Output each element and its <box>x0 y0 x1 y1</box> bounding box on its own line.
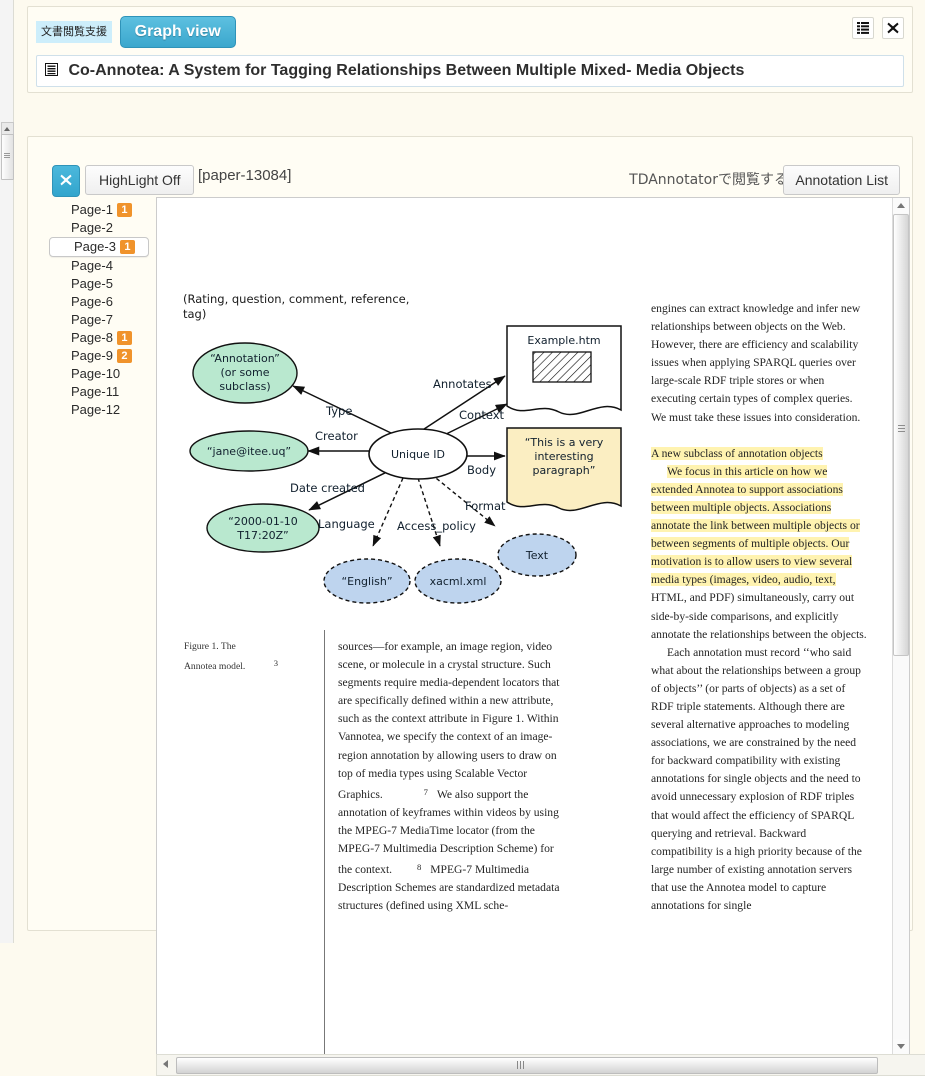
node-date-line2: T17:20Z” <box>236 529 288 542</box>
edge-label-creator: Creator <box>315 429 358 443</box>
page-list-item-label: Page-2 <box>71 220 113 235</box>
page-list-item[interactable]: Page-12 <box>49 401 149 419</box>
node-body-line2: interesting <box>534 450 593 463</box>
page-list-item[interactable]: Page-1 1 <box>49 201 149 219</box>
body-text-right-column: engines can extract knowledge and infer … <box>651 300 870 915</box>
scroll-up-arrow[interactable] <box>893 198 908 213</box>
node-body-line3: paragraph” <box>533 464 596 477</box>
page-list-item-label: Page-7 <box>71 312 113 327</box>
page-list-item[interactable]: Page-3 1 <box>49 237 149 257</box>
node-unique-id: Unique ID <box>391 448 445 461</box>
node-date-line1: “2000-01-10 <box>228 515 298 528</box>
scroll-thumb-vertical[interactable] <box>893 214 909 656</box>
page-list-item-label: Page-4 <box>71 258 113 273</box>
page-list-item-label: Page-1 <box>71 202 113 217</box>
scroll-left-arrow[interactable] <box>159 1056 174 1072</box>
figure-legend-text: (Rating, question, comment, reference, t… <box>183 292 413 322</box>
node-access-policy-value: xacml.xml <box>430 575 487 588</box>
node-language-value: “English” <box>341 575 392 588</box>
figure-caption-line2: Annotea model. 3 <box>184 655 304 675</box>
right-paragraph-2: We focus in this article on how we exten… <box>651 463 870 644</box>
list-icon-button[interactable] <box>852 17 874 39</box>
scroll-thumb-horizontal[interactable] <box>176 1057 878 1074</box>
page-scroll-thumb[interactable] <box>1 134 14 180</box>
node-annotation-line1: “Annotation” <box>210 352 280 365</box>
figure-caption-line1: Figure 1. The <box>184 638 304 655</box>
annotation-list-button[interactable]: Annotation List <box>783 165 900 195</box>
document-scrollbar-vertical[interactable] <box>892 198 909 1054</box>
edge-label-body: Body <box>467 463 496 477</box>
window-button-group <box>848 17 904 39</box>
paper-id-label: [paper-13084] <box>198 167 291 184</box>
node-annotation-line2: (or some <box>221 366 270 379</box>
node-example-doc-title: Example.htm <box>527 334 600 347</box>
body-text-left-column: sources—for example, an image region, vi… <box>338 638 560 915</box>
edge-label-annotates: Annotates <box>433 377 492 391</box>
page-list-item-label: Page-9 <box>71 348 113 363</box>
tab-graph-view[interactable]: Graph view <box>120 16 236 48</box>
right-section-heading: A new subclass of annotation objects <box>651 445 870 463</box>
scroll-right-arrow[interactable] <box>919 1056 925 1072</box>
edge-label-context: Context <box>459 408 505 422</box>
edge-label-access-policy: Access_policy <box>397 519 476 533</box>
page-list-item[interactable]: Page-8 1 <box>49 329 149 347</box>
page-list-item-label: Page-6 <box>71 294 113 309</box>
page-list-item-label: Page-8 <box>71 330 113 345</box>
page-list-item[interactable]: Page-6 <box>49 293 149 311</box>
column-divider <box>324 630 325 1055</box>
highlighted-annotation-text[interactable]: We focus in this article on how we exten… <box>651 465 860 587</box>
annotation-count-badge: 1 <box>117 203 132 217</box>
edge-label-format: Format <box>465 499 506 513</box>
page-list-item[interactable]: Page-7 <box>49 311 149 329</box>
close-document-button[interactable] <box>52 165 80 197</box>
graph-view-panel: 文書閲覧支援 Graph view <box>27 6 913 93</box>
left-paragraph-1: sources—for example, an image region, vi… <box>338 638 560 915</box>
page-list-item[interactable]: Page-10 <box>49 365 149 383</box>
edge-label-language: Language <box>318 517 375 531</box>
node-creator-value: “jane@itee.uq” <box>207 445 291 458</box>
node-annotation-line3: subclass) <box>219 380 270 393</box>
annotation-count-badge: 2 <box>117 349 132 363</box>
page-thumbnail-list[interactable]: Page-11Page-2Page-31Page-4Page-5Page-6Pa… <box>49 201 149 917</box>
page-list-item-label: Page-10 <box>71 366 120 381</box>
document-scrollbar-horizontal[interactable] <box>156 1054 925 1076</box>
viewer-toolbar: HighLight Off [paper-13084] TDAnnotatorで… <box>28 137 912 193</box>
view-tab-row: 文書閲覧支援 Graph view <box>36 16 236 48</box>
page-title: Co-Annotea: A System for Tagging Relatio… <box>68 62 744 79</box>
tab-document-reading-support[interactable]: 文書閲覧支援 <box>36 21 112 43</box>
scroll-down-arrow[interactable] <box>893 1039 908 1054</box>
page-list-item[interactable]: Page-5 <box>49 275 149 293</box>
figure-caption: Figure 1. The Annotea model. 3 <box>184 638 304 675</box>
page-list-item[interactable]: Page-4 <box>49 257 149 275</box>
page-list-item[interactable]: Page-9 2 <box>49 347 149 365</box>
document-title-bar[interactable]: Co-Annotea: A System for Tagging Relatio… <box>36 55 904 87</box>
node-format-value: Text <box>525 549 549 562</box>
edge-label-date-created: Date created <box>290 481 365 495</box>
page-list-item[interactable]: Page-11 <box>49 383 149 401</box>
page-list-item-label: Page-3 <box>74 239 116 254</box>
document-viewer-panel: HighLight Off [paper-13084] TDAnnotatorで… <box>27 136 913 931</box>
page-list-item-label: Page-12 <box>71 402 120 417</box>
document-page: (Rating, question, comment, reference, t… <box>157 198 909 1054</box>
footnote-marker-8: 8 <box>417 862 421 872</box>
page-list-item-label: Page-5 <box>71 276 113 291</box>
document-icon <box>45 57 58 70</box>
tdannotator-link-label[interactable]: TDAnnotatorで閲覧する <box>629 169 788 189</box>
footnote-marker-3: 3 <box>274 658 278 668</box>
right-paragraph-3: Each annotation must record ‘‘who said w… <box>651 644 870 915</box>
right-paragraph-1: engines can extract knowledge and infer … <box>651 300 870 427</box>
document-canvas[interactable]: (Rating, question, comment, reference, t… <box>156 197 910 1055</box>
page-scrollbar-vertical[interactable] <box>0 0 14 943</box>
close-icon-button[interactable] <box>882 17 904 39</box>
figure-annotea-model: (Rating, question, comment, reference, t… <box>175 288 635 628</box>
annotation-count-badge: 1 <box>120 240 135 254</box>
annotation-count-badge: 1 <box>117 331 132 345</box>
annotea-model-svg: Unique ID “Annotation” (or some subclass… <box>175 288 635 628</box>
edge-label-type: Type <box>325 404 352 418</box>
highlight-toggle-button[interactable]: HighLight Off <box>85 165 194 195</box>
page-list-item-label: Page-11 <box>71 384 119 399</box>
page-list-item[interactable]: Page-2 <box>49 219 149 237</box>
footnote-marker-7: 7 <box>424 787 428 797</box>
node-body-line1: “This is a very <box>525 436 604 449</box>
